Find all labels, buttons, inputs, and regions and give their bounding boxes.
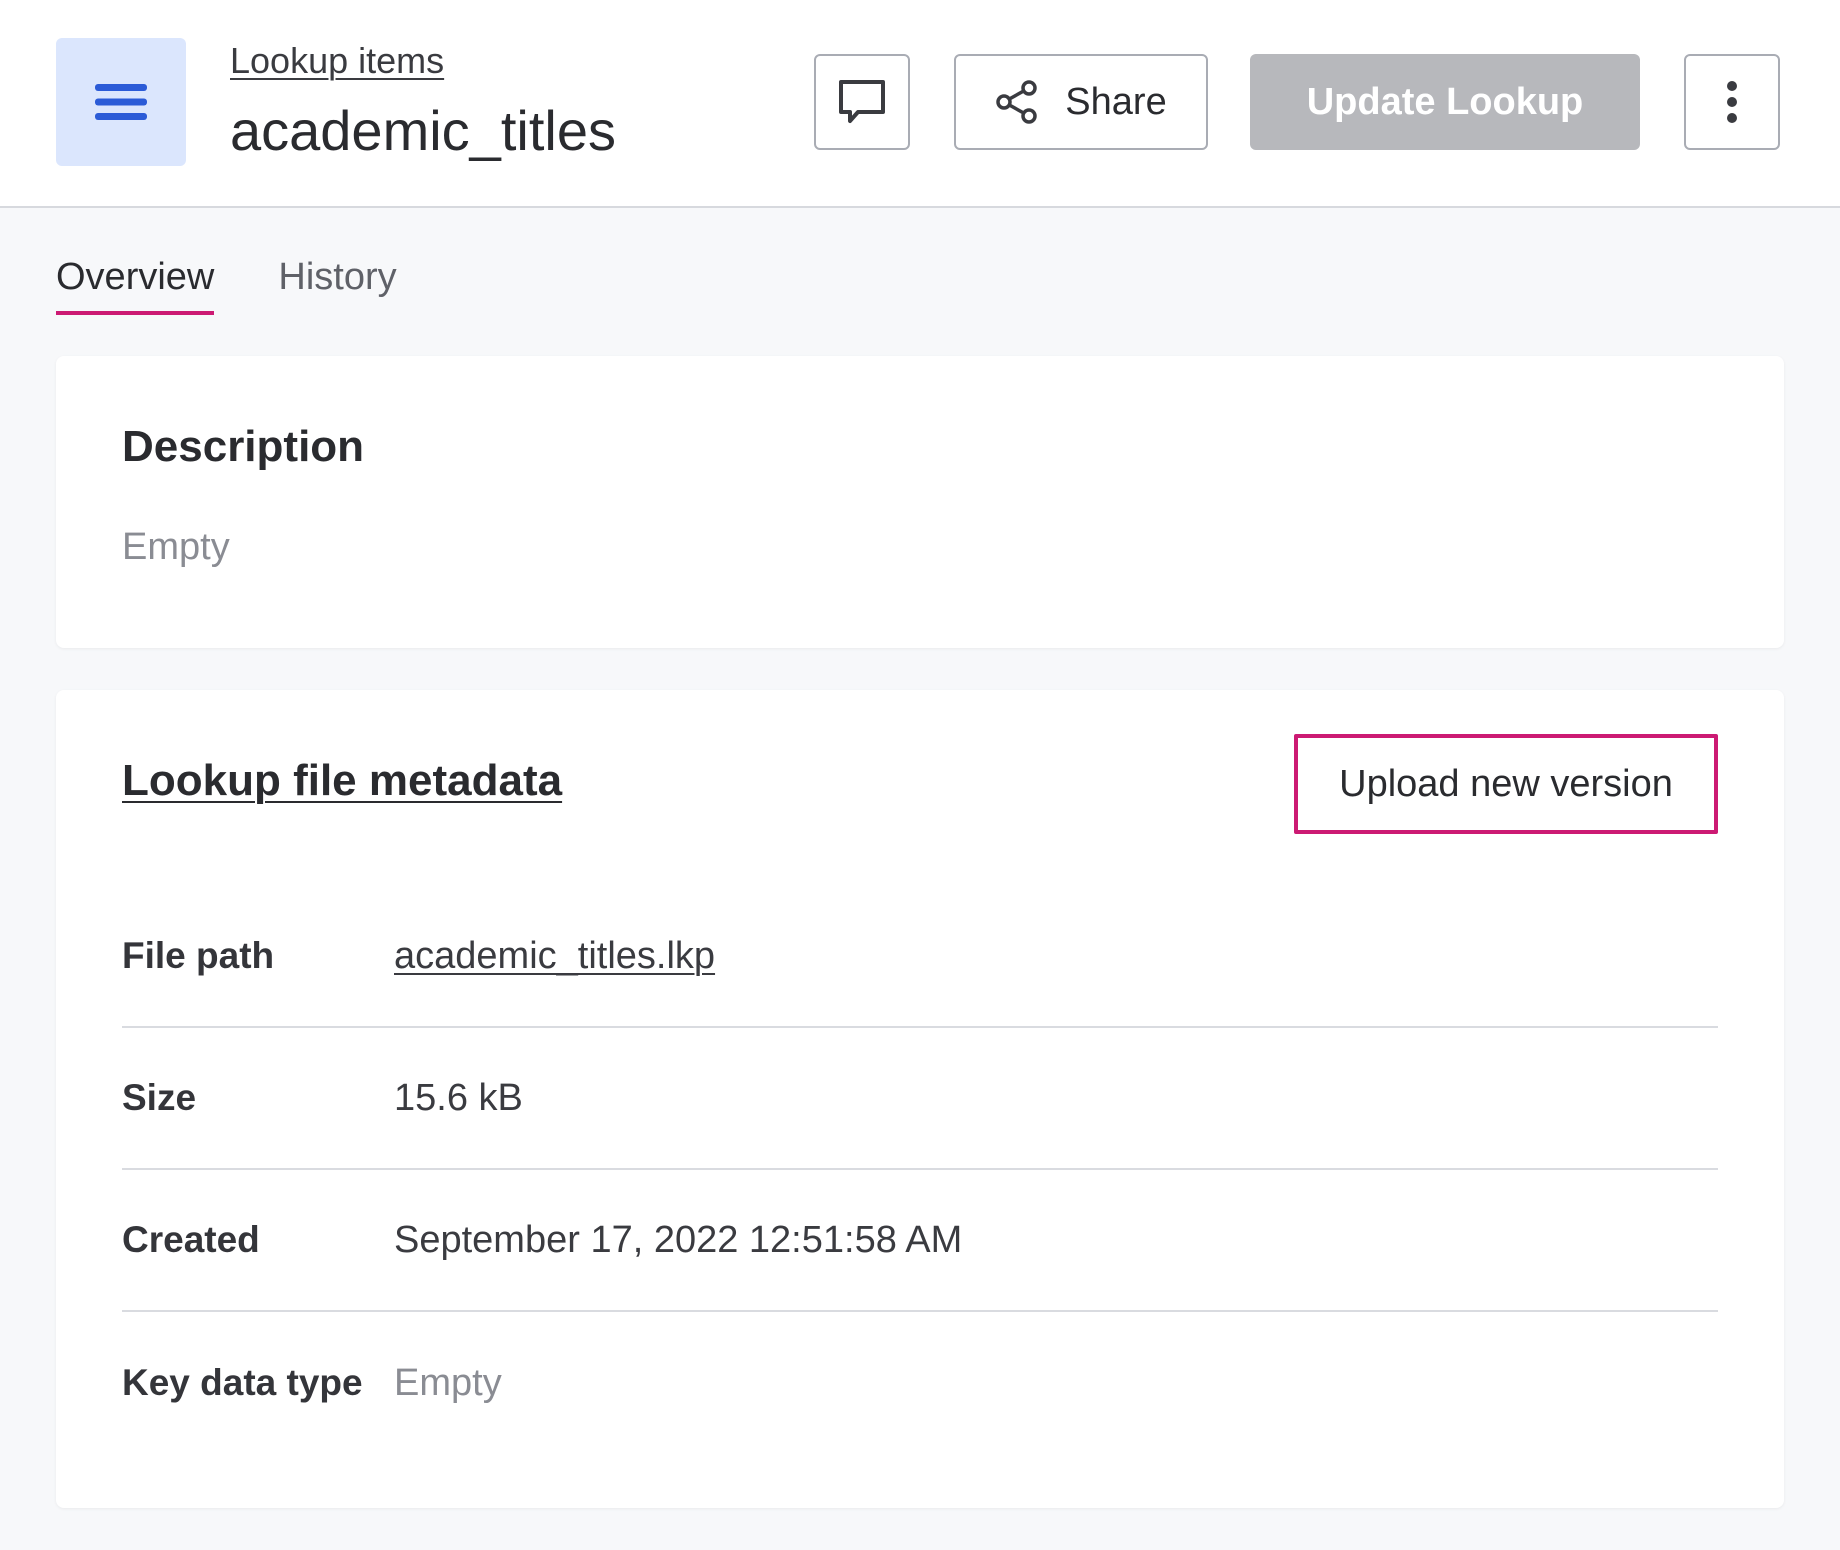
metadata-table: File path academic_titles.lkp Size 15.6 … (122, 886, 1718, 1454)
description-value: Empty (122, 526, 230, 568)
tab-bar: Overview History (56, 256, 397, 315)
comment-button[interactable] (814, 54, 910, 150)
description-heading: Description (122, 422, 365, 471)
tab-overview[interactable]: Overview (56, 256, 215, 315)
share-button[interactable]: Share (954, 54, 1208, 150)
share-icon (996, 80, 1038, 124)
metadata-label: Size (122, 1077, 197, 1118)
metadata-label: Key data type (122, 1362, 363, 1403)
hamburger-icon (95, 84, 147, 120)
page-title: academic_titles (230, 99, 616, 162)
tab-history[interactable]: History (278, 256, 396, 315)
metadata-row-size: Size 15.6 kB (122, 1028, 1718, 1170)
size-value: 15.6 kB (394, 1076, 523, 1119)
metadata-row-file-path: File path academic_titles.lkp (122, 886, 1718, 1028)
metadata-heading[interactable]: Lookup file metadata (122, 756, 562, 806)
share-label: Share (1065, 80, 1167, 123)
created-value: September 17, 2022 12:51:58 AM (394, 1218, 963, 1261)
key-data-type-value: Empty (394, 1361, 502, 1404)
metadata-row-created: Created September 17, 2022 12:51:58 AM (122, 1170, 1718, 1312)
metadata-label: File path (122, 935, 275, 976)
file-path-link[interactable]: academic_titles.lkp (394, 935, 715, 978)
update-lookup-button[interactable]: Update Lookup (1250, 54, 1640, 150)
menu-button[interactable] (56, 38, 186, 166)
description-card: Description Empty (56, 356, 1784, 648)
metadata-row-key-data-type: Key data type Empty (122, 1312, 1718, 1454)
comment-icon (839, 80, 885, 123)
metadata-card: Lookup file metadata Upload new version … (56, 690, 1784, 1508)
upload-new-version-button[interactable]: Upload new version (1294, 734, 1718, 834)
metadata-label: Created (122, 1219, 260, 1260)
more-options-button[interactable] (1684, 54, 1780, 150)
app-header: Lookup items academic_titles Share Updat… (0, 0, 1840, 208)
breadcrumb-lookup-items[interactable]: Lookup items (230, 40, 444, 82)
vertical-dots-icon (1727, 81, 1737, 123)
